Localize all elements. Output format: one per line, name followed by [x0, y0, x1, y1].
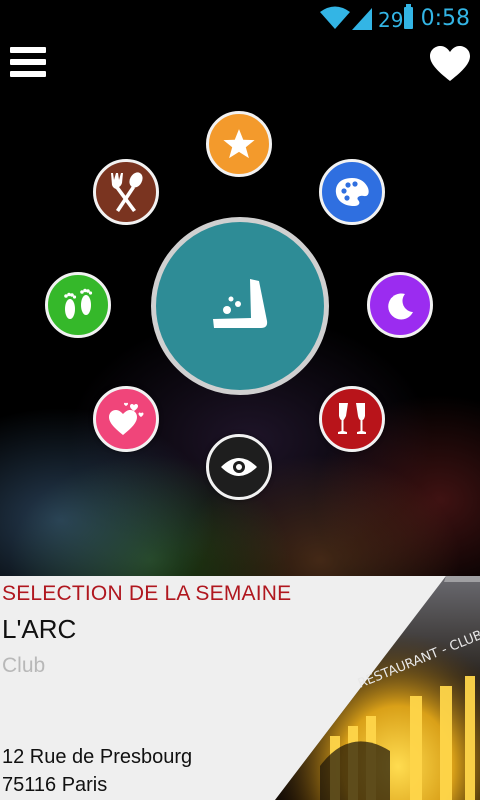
star-icon: [223, 129, 255, 159]
category-view-button[interactable]: [206, 434, 272, 500]
venue-name[interactable]: L'ARC: [2, 614, 76, 645]
battery-icon: [404, 4, 413, 29]
palette-icon: [335, 178, 369, 206]
hearts-icon: [109, 402, 144, 435]
category-bars-button[interactable]: [319, 386, 385, 452]
category-romance-button[interactable]: [93, 386, 159, 452]
logo-icon: [213, 279, 268, 328]
category-walks-button[interactable]: [45, 272, 111, 338]
signal-icon: [352, 8, 372, 30]
battery-level: 29: [378, 8, 404, 32]
moon-icon: [388, 293, 413, 320]
selection-heading: SELECTION DE LA SEMAINE: [2, 582, 292, 605]
status-bar: 29 0:58: [0, 0, 480, 38]
venue-type: Club: [2, 654, 46, 677]
champagne-icon: [338, 403, 366, 434]
eye-icon: [221, 458, 257, 476]
venue-address-line2: 75116 Paris: [2, 774, 108, 796]
category-star-button[interactable]: [206, 111, 272, 177]
fork-spoon-icon: [111, 172, 143, 212]
hamburger-menu-icon[interactable]: [10, 47, 46, 83]
clock: 0:58: [420, 6, 470, 31]
center-logo-button[interactable]: [151, 217, 329, 395]
category-art-button[interactable]: [319, 159, 385, 225]
wifi-icon: [320, 6, 350, 29]
category-night-button[interactable]: [367, 272, 433, 338]
category-dining-button[interactable]: [93, 159, 159, 225]
venue-address-line1: 12 Rue de Presbourg: [2, 746, 193, 768]
footprints-icon: [64, 288, 93, 319]
heart-icon[interactable]: [430, 46, 470, 82]
